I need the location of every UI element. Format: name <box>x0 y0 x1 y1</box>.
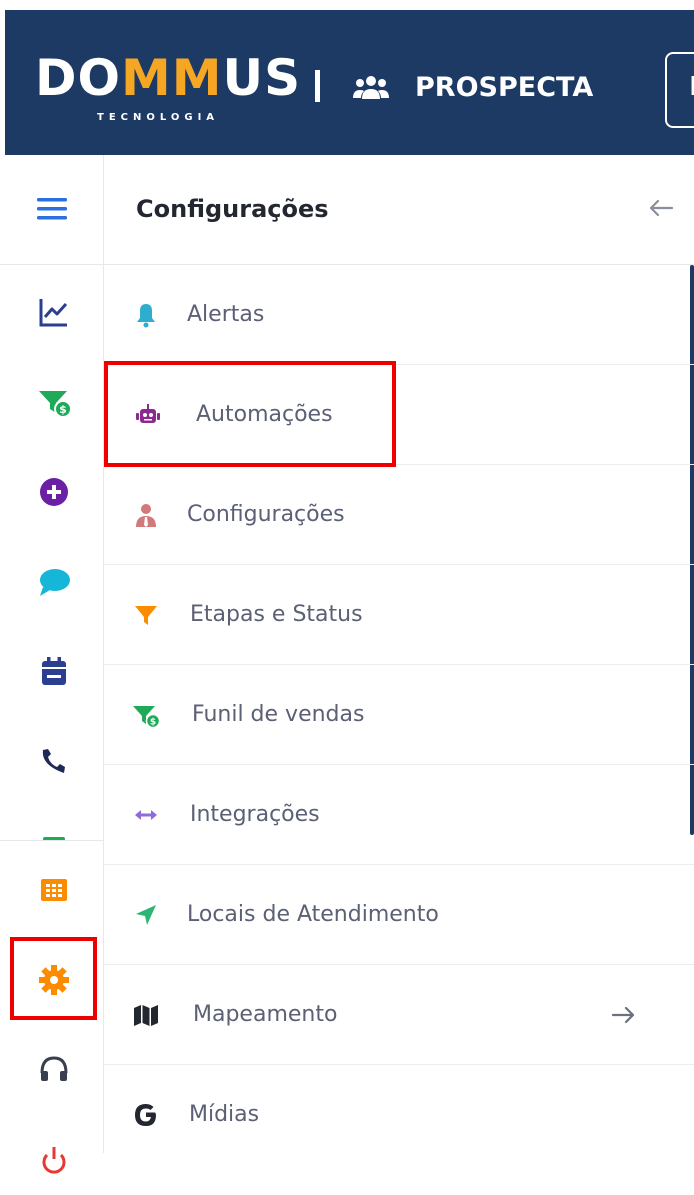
menu-item-label: Integrações <box>190 802 320 827</box>
menu-item-label: Mapeamento <box>193 1002 338 1027</box>
funnel-dollar-icon: $ <box>39 391 71 418</box>
funnel-dollar-icon: $ <box>133 706 160 729</box>
menu-item-label: Alertas <box>187 302 265 327</box>
menu-item-label: Etapas e Status <box>190 602 363 627</box>
plus-circle-icon <box>40 478 68 506</box>
menu-item-configuracoes[interactable]: Configurações <box>104 465 694 565</box>
logo-subtitle: TECNOLOGIA <box>97 112 220 123</box>
headset-icon <box>40 1056 68 1081</box>
calendar-icon <box>42 657 66 685</box>
panel-title: Configurações <box>136 195 329 223</box>
location-arrow-icon <box>136 905 156 925</box>
menu-item-label: Mídias <box>189 1102 260 1127</box>
dommus-logo[interactable]: DOMMUS TECNOLOGIA <box>35 48 305 128</box>
rail-divider <box>0 840 104 841</box>
settings-panel: Configurações Alertas Automações Configu… <box>104 155 694 1153</box>
rail-item-funnel[interactable]: $ <box>0 367 104 437</box>
chat-icon <box>40 569 70 596</box>
rail-item-logout[interactable] <box>0 1125 104 1195</box>
menu-item-alertas[interactable]: Alertas <box>104 265 694 365</box>
arrow-right-icon <box>611 1006 635 1024</box>
rail-item-dashboard[interactable] <box>0 277 104 347</box>
logo-wordmark: DOMMUS <box>35 49 302 107</box>
menu-item-etapas-status[interactable]: Etapas e Status <box>104 565 694 665</box>
user-tie-icon <box>136 504 156 527</box>
menu-item-midias[interactable]: Mídias <box>104 1065 694 1165</box>
rail-item-add[interactable] <box>0 457 104 527</box>
filter-icon <box>135 606 157 625</box>
users-icon <box>353 76 389 99</box>
menu-item-label: Funil de vendas <box>192 702 365 727</box>
chart-line-icon <box>39 299 68 327</box>
menu-item-integracoes[interactable]: Integrações <box>104 765 694 865</box>
menu-item-mapeamento[interactable]: Mapeamento <box>104 965 694 1065</box>
svg-text:$: $ <box>59 403 67 416</box>
menu-item-label: Locais de Atendimento <box>187 902 439 927</box>
menu-item-label: Configurações <box>187 502 345 527</box>
grid-icon <box>41 879 67 901</box>
phone-icon <box>42 749 65 773</box>
rail-item-calendar[interactable] <box>0 637 104 707</box>
rail-item-chat[interactable] <box>0 547 104 617</box>
arrow-left-icon[interactable] <box>646 193 676 223</box>
svg-text:$: $ <box>150 718 156 728</box>
rail-item-grid[interactable] <box>0 855 104 925</box>
panel-header: Configurações <box>104 155 694 265</box>
map-icon <box>134 1005 158 1026</box>
logo-separator <box>315 70 320 102</box>
top-bar-button[interactable]: P <box>665 52 694 128</box>
rail-toggle[interactable] <box>0 155 104 265</box>
arrows-horizontal-icon <box>135 810 157 820</box>
rail-item-support[interactable] <box>0 1035 104 1105</box>
menu-item-funil-vendas[interactable]: $ Funil de vendas <box>104 665 694 765</box>
bell-icon <box>137 304 155 328</box>
rail-item-phone[interactable] <box>0 727 104 797</box>
app-name: PROSPECTA <box>415 72 594 103</box>
google-icon <box>135 1104 156 1126</box>
highlight-automacoes <box>104 361 396 467</box>
top-bar: DOMMUS TECNOLOGIA PROSPECTA P <box>5 10 694 155</box>
highlight-settings-rail <box>10 937 97 1020</box>
hamburger-icon <box>37 198 67 220</box>
menu-item-locais-atendimento[interactable]: Locais de Atendimento <box>104 865 694 965</box>
power-icon <box>42 1147 66 1174</box>
